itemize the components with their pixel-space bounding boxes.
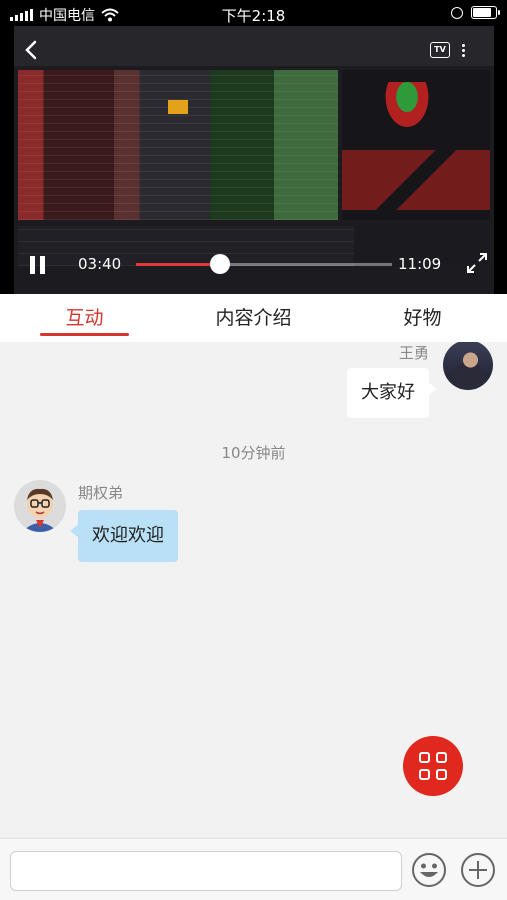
fullscreen-icon[interactable] — [466, 252, 488, 274]
total-time: 11:09 — [398, 255, 442, 273]
back-icon[interactable] — [22, 40, 42, 60]
add-icon[interactable] — [460, 852, 496, 888]
chat-input-bar — [0, 838, 507, 900]
sender-name: 王勇 — [398, 344, 429, 362]
message-bubble: 大家好 — [347, 368, 437, 418]
battery-icon — [471, 6, 500, 19]
tab-introduction[interactable]: 内容介绍 — [169, 294, 338, 342]
pause-button[interactable] — [30, 256, 46, 274]
tab-goods[interactable]: 好物 — [338, 294, 507, 342]
cartoon-avatar-icon — [22, 488, 58, 532]
emoji-icon[interactable] — [411, 852, 447, 888]
avatar[interactable] — [14, 480, 66, 532]
menu-fab-button[interactable] — [403, 736, 463, 796]
message-input[interactable] — [10, 851, 402, 891]
video-controls: 03:40 11:09 — [0, 248, 507, 288]
avatar[interactable] — [443, 342, 493, 390]
message-bubble: 欢迎欢迎 — [70, 510, 178, 562]
clock: 下午2:18 — [221, 7, 286, 25]
video-player[interactable]: 中国电信 下午2:18 TV 03:40 11:09 — [0, 0, 507, 294]
video-frame-chart — [342, 70, 490, 220]
tab-bar: 互动 内容介绍 好物 — [0, 294, 507, 342]
progress-knob[interactable] — [210, 254, 231, 274]
more-icon[interactable] — [462, 42, 482, 58]
progress-track[interactable] — [136, 263, 392, 266]
message-timestamp: 10分钟前 — [221, 444, 286, 462]
status-bar: 中国电信 下午2:18 — [0, 0, 507, 28]
video-frame-toolbar — [14, 26, 494, 66]
rotation-lock-icon — [451, 6, 463, 19]
tab-interaction[interactable]: 互动 — [0, 294, 169, 342]
current-time: 03:40 — [78, 255, 122, 273]
video-frame-quote-table — [18, 70, 338, 220]
grid-icon — [419, 752, 430, 763]
sender-name: 期权弟 — [78, 484, 124, 502]
tv-cast-icon[interactable]: TV — [430, 42, 450, 58]
progress-played — [136, 263, 221, 266]
